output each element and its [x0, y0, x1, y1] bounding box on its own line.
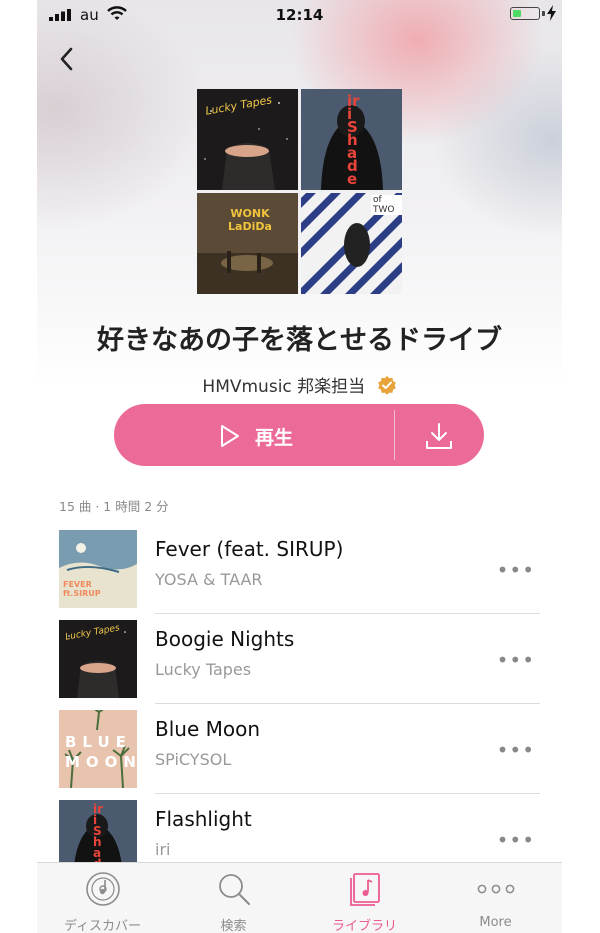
- tab-discover[interactable]: ディスカバー: [37, 863, 168, 933]
- track-row[interactable]: BLUE MOON Blue Moon SPiCYSOL •••: [59, 704, 540, 794]
- cover-wonk-ladida: WONK LaDiDa: [197, 193, 298, 294]
- track-title: Boogie Nights: [155, 627, 295, 651]
- tab-library[interactable]: ライブラリ: [299, 863, 430, 933]
- cover-lucky-tapes: Lucky Tapes: [197, 89, 298, 190]
- play-controls: 再生: [114, 404, 484, 466]
- tab-label: ライブラリ: [331, 919, 397, 933]
- track-more-button[interactable]: •••: [497, 558, 535, 582]
- track-artist: SPiCYSOL: [155, 750, 232, 769]
- track-row[interactable]: FEVER ft.SIRUP Fever (feat. SIRUP) YOSA …: [59, 524, 540, 614]
- playlist-meta: 15 曲 · 1 時間 2 分: [59, 499, 169, 514]
- play-button-label: 再生: [255, 427, 294, 449]
- tab-more[interactable]: More: [430, 863, 561, 933]
- track-more-button[interactable]: •••: [497, 828, 535, 852]
- download-button[interactable]: [395, 404, 484, 466]
- tab-label: 検索: [220, 919, 247, 933]
- download-icon: [426, 423, 452, 449]
- track-title: Fever (feat. SIRUP): [155, 537, 344, 561]
- playlist-artwork: Lucky Tapes iri Shade WONK LaDiDa of TWO: [197, 89, 402, 294]
- play-button[interactable]: 再生: [114, 404, 394, 466]
- verified-badge-icon: [377, 375, 396, 395]
- track-art-text: BLUE MOON: [65, 733, 137, 771]
- track-artist: iri: [155, 840, 171, 859]
- cover-text: WONK LaDiDa: [228, 207, 272, 233]
- track-more-button[interactable]: •••: [497, 738, 535, 762]
- battery-tip: [542, 11, 545, 16]
- track-artwork: BLUE MOON: [59, 710, 137, 788]
- play-icon: [221, 425, 239, 447]
- track-artwork: FEVER ft.SIRUP: [59, 530, 137, 608]
- battery-icon: [510, 7, 540, 20]
- phone-screen: au 12:14 Lucky Tapes iri Shade WONK LaDi…: [37, 0, 562, 933]
- track-more-button[interactable]: •••: [497, 648, 535, 672]
- track-artwork: Lucky Tapes: [59, 620, 137, 698]
- clock: 12:14: [275, 6, 324, 24]
- search-icon: [218, 874, 250, 905]
- tab-label: More: [479, 915, 512, 930]
- tab-search[interactable]: 検索: [168, 863, 299, 933]
- track-row[interactable]: Lucky Tapes Boogie Nights Lucky Tapes ••…: [59, 614, 540, 704]
- track-art-text: FEVER ft.SIRUP: [63, 580, 101, 598]
- disc-icon: [85, 872, 120, 906]
- track-title: Blue Moon: [155, 717, 261, 741]
- status-bar: au 12:14: [37, 0, 562, 30]
- cover-text: iri Shade: [347, 92, 360, 188]
- playlist-title: 好きなあの子を落とせるドライブ: [97, 325, 502, 356]
- cover-iri-shade: iri Shade: [301, 89, 402, 190]
- more-icon: [477, 884, 514, 894]
- track-artist: Lucky Tapes: [155, 660, 252, 679]
- curator-line[interactable]: HMVmusic 邦楽担当: [37, 372, 562, 397]
- cover-of-two: of TWO: [301, 193, 402, 294]
- tab-bar: ディスカバー 検索 ライブラリ More: [37, 862, 562, 933]
- tab-label: ディスカバー: [63, 919, 142, 933]
- curator-name[interactable]: HMVmusic 邦楽担当: [202, 377, 365, 397]
- back-button[interactable]: [53, 44, 83, 74]
- library-icon: [349, 873, 380, 906]
- charging-bolt-icon: [547, 5, 556, 21]
- track-title: Flashlight: [155, 807, 252, 831]
- cover-text: of TWO: [371, 195, 402, 215]
- track-artist: YOSA & TAAR: [155, 570, 263, 589]
